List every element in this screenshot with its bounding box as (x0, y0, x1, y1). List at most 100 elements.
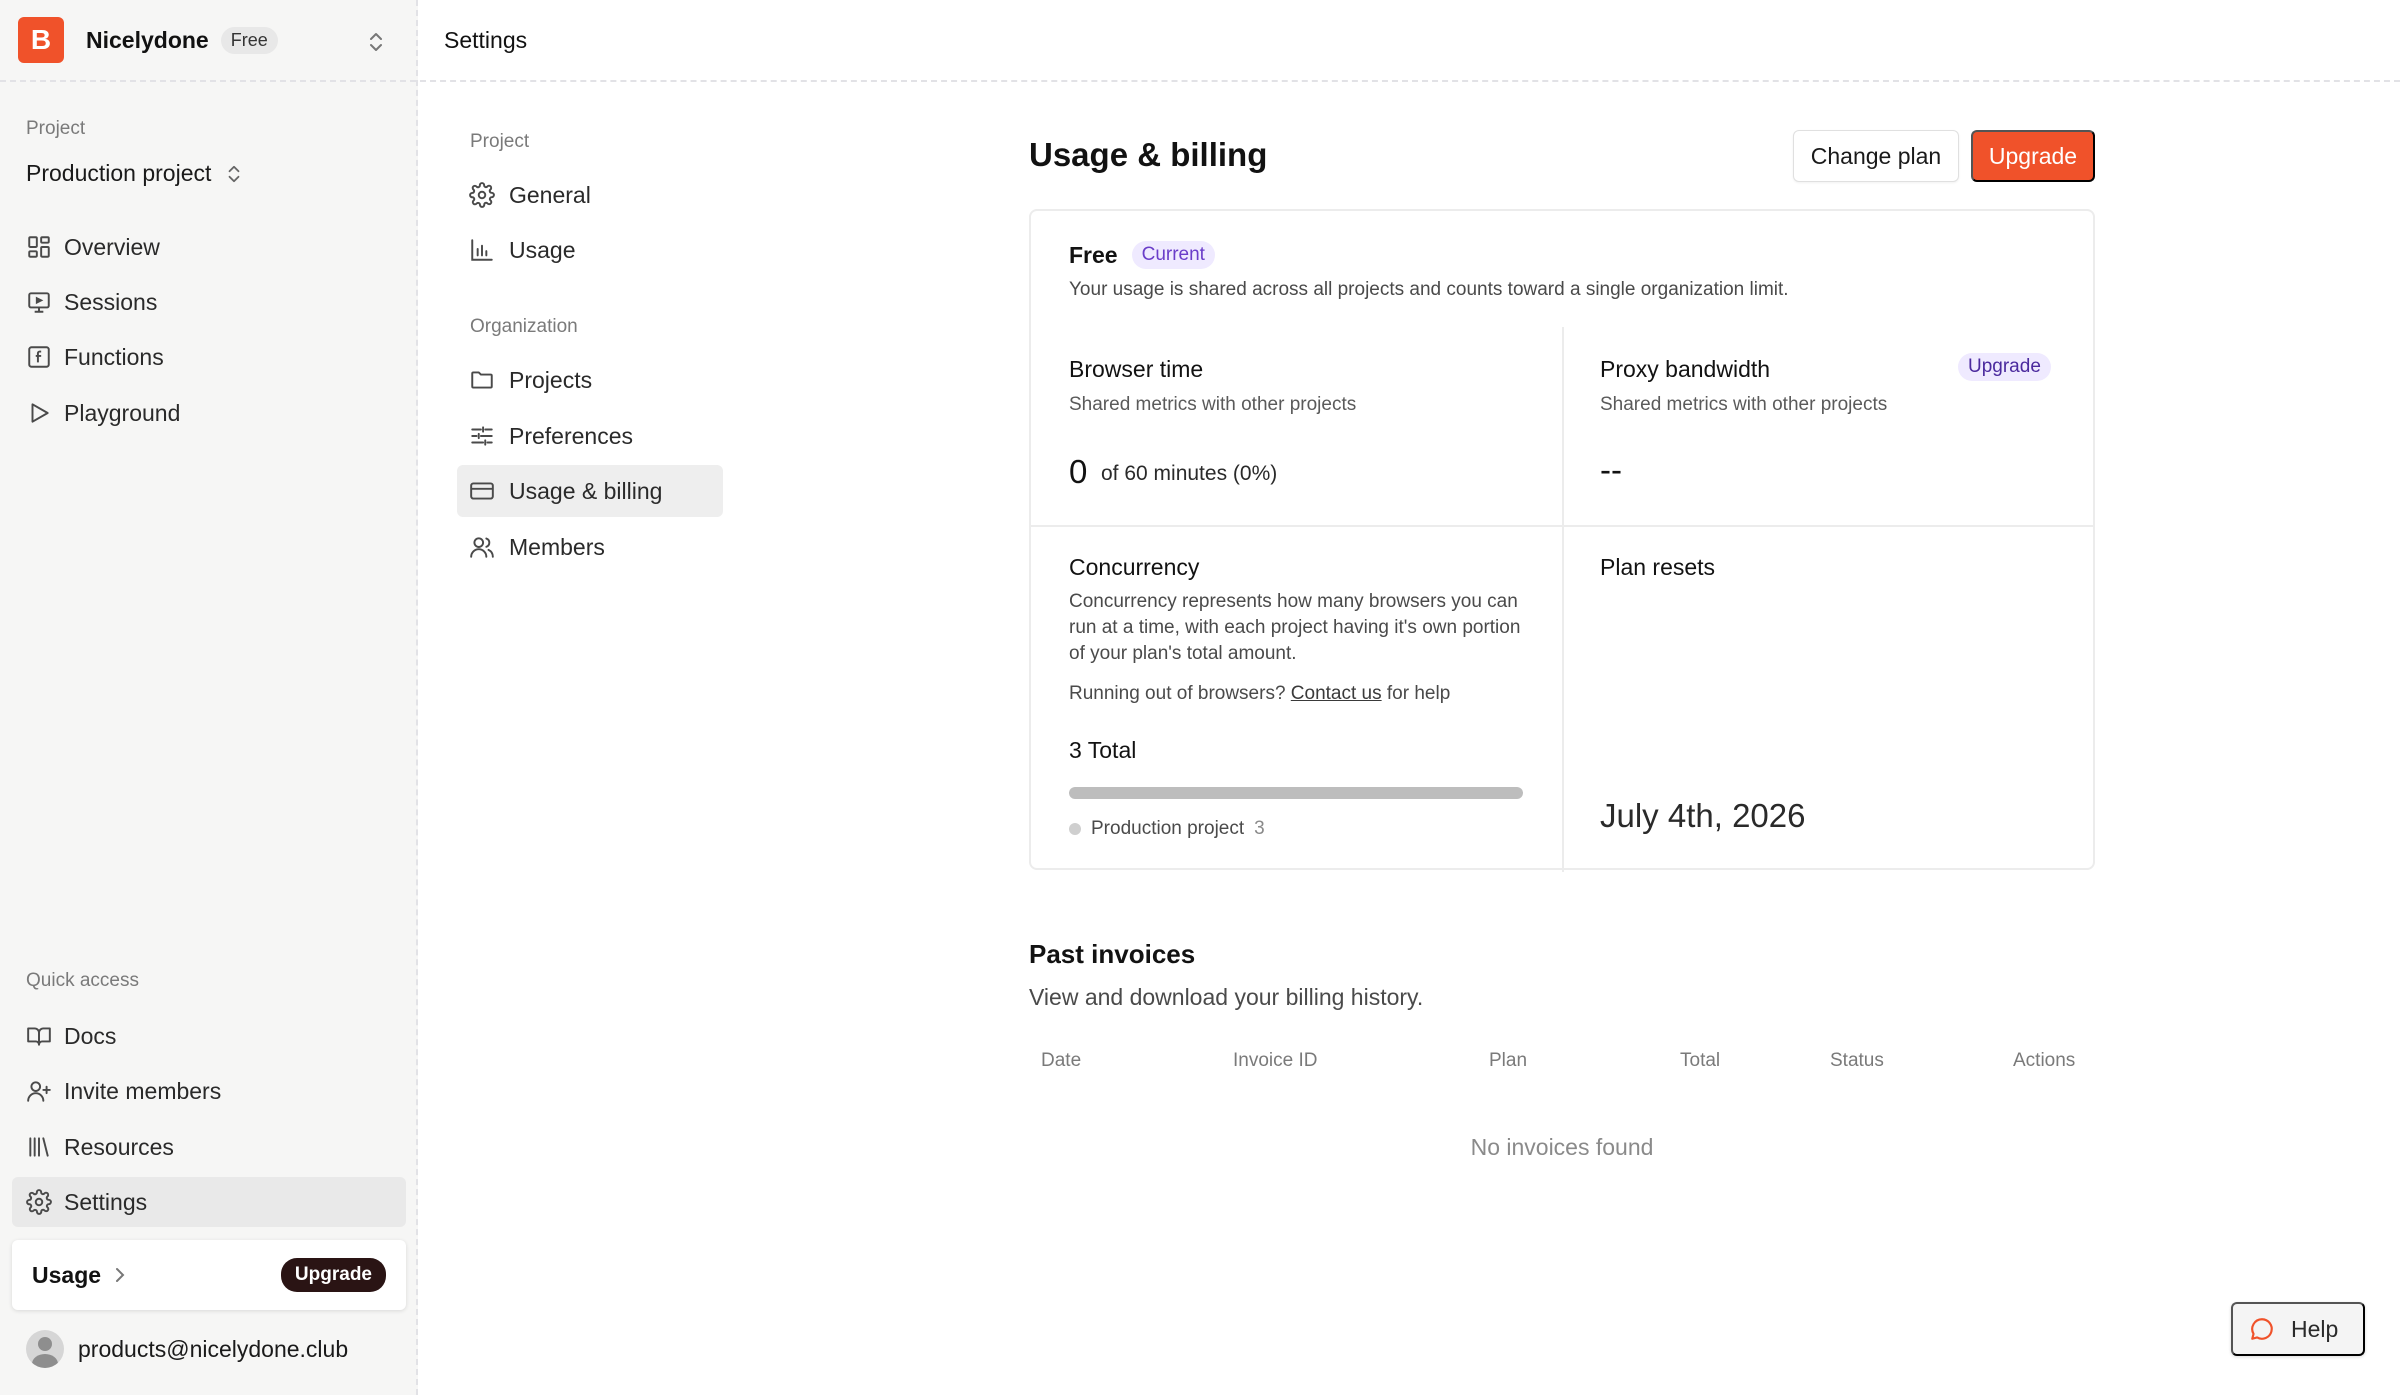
sidebar: B Nicelydone Free Project Production pro… (0, 0, 418, 1395)
legend-project-name: Production project (1091, 818, 1245, 839)
legend-count: 3 (1254, 818, 1265, 839)
contact-us-link[interactable]: Contact us (1291, 683, 1382, 704)
column-header-actions: Actions (2013, 1050, 2076, 1071)
chat-bubble-icon (2249, 1316, 2275, 1342)
nav-label: Invite members (64, 1077, 222, 1104)
nav-label: Settings (64, 1188, 148, 1215)
nav-label: Functions (64, 343, 164, 370)
project-selector[interactable]: Production project (26, 160, 243, 187)
concurrency-total: 3 Total (1069, 737, 1137, 763)
concurrency-help: Running out of browsers? Contact us for … (1069, 681, 1450, 707)
current-badge: Current (1131, 241, 1215, 269)
plan-reset-date: July 4th, 2026 (1600, 797, 1806, 834)
settings-project-label: Project (470, 131, 530, 152)
browser-time-value: 0 (1069, 453, 1088, 490)
nav-label: Sessions (64, 288, 158, 315)
concurrency-legend: Production project 3 (1069, 818, 1265, 840)
nav-playground[interactable]: Playground (12, 388, 406, 438)
proxy-bandwidth-title: Proxy bandwidth (1600, 356, 1771, 382)
play-icon (26, 400, 52, 426)
settings-nav-usage[interactable]: Usage (457, 224, 723, 276)
browser-time-limit: of 60 minutes (0%) (1101, 462, 1278, 485)
nav-settings[interactable]: Settings (12, 1177, 406, 1227)
nav-resources[interactable]: Resources (12, 1122, 406, 1172)
proxy-bandwidth-value: -- (1600, 451, 1622, 488)
library-icon (26, 1134, 52, 1160)
divider-vertical (1562, 327, 1564, 872)
help-button[interactable]: Help (2231, 1302, 2365, 1356)
app-root: B Nicelydone Free Project Production pro… (0, 0, 2400, 1395)
proxy-bandwidth-subtitle: Shared metrics with other projects (1600, 394, 1888, 415)
usage-card-label: Usage (32, 1261, 102, 1288)
gear-icon (469, 182, 495, 208)
settings-nav-label: Preferences (509, 422, 634, 449)
nav-label: Resources (64, 1133, 174, 1160)
settings-nav-projects[interactable]: Projects (457, 354, 723, 406)
book-icon (26, 1023, 52, 1049)
user-account[interactable]: products@nicelydone.club (26, 1330, 348, 1368)
divider-horizontal (1031, 525, 2093, 527)
nav-label: Overview (64, 233, 160, 260)
org-switcher[interactable]: B Nicelydone Free (0, 0, 416, 82)
nav-overview[interactable]: Overview (12, 222, 406, 272)
user-email: products@nicelydone.club (78, 1335, 349, 1362)
folder-icon (469, 367, 495, 393)
usage-card[interactable]: Usage Upgrade (12, 1240, 406, 1310)
gear-icon (26, 1189, 52, 1215)
settings-nav-label: General (509, 181, 591, 208)
settings-nav-usage-billing[interactable]: Usage & billing (457, 465, 723, 517)
plan-description: Your usage is shared across all projects… (1069, 279, 1789, 300)
chevron-updown-icon (225, 163, 243, 185)
brand-logo: B (18, 17, 64, 63)
sliders-icon (469, 423, 495, 449)
progress-fill (1069, 787, 1523, 799)
settings-nav-preferences[interactable]: Preferences (457, 410, 723, 462)
function-icon (26, 344, 52, 370)
sidebar-upgrade-button[interactable]: Upgrade (280, 1258, 386, 1292)
user-plus-icon (26, 1078, 52, 1104)
column-header-total: Total (1680, 1050, 1721, 1071)
invoices-empty-state: No invoices found (1470, 1134, 1654, 1160)
settings-nav-label: Members (509, 533, 605, 560)
plan-header: Free Current (1069, 241, 1215, 269)
column-header-invoice-id: Invoice ID (1233, 1050, 1318, 1071)
avatar (26, 1330, 64, 1368)
help-suffix: for help (1386, 683, 1451, 704)
credit-card-icon (469, 478, 495, 504)
invoices-table-header: Date Invoice ID Plan Total Status Action… (1029, 1050, 2095, 1084)
settings-nav-label: Usage & billing (509, 477, 663, 504)
settings-nav-general[interactable]: General (457, 169, 723, 221)
nav-docs[interactable]: Docs (12, 1011, 406, 1061)
plan-name: Free (1069, 241, 1118, 268)
nav-sessions[interactable]: Sessions (12, 277, 406, 327)
invoices-subtitle: View and download your billing history. (1029, 984, 1424, 1010)
bar-chart-icon (469, 237, 495, 263)
nav-invite-members[interactable]: Invite members (12, 1066, 406, 1116)
monitor-icon (26, 289, 52, 315)
upgrade-button[interactable]: Upgrade (1971, 130, 2095, 182)
nav-label: Playground (64, 399, 181, 426)
chevron-updown-icon (366, 30, 386, 54)
column-header-date: Date (1041, 1050, 1082, 1071)
concurrency-progress-bar (1069, 787, 1523, 799)
help-label: Help (2291, 1315, 2339, 1342)
concurrency-description: Concurrency represents how many browsers… (1069, 591, 1521, 664)
plan-card: Free Current Your usage is shared across… (1029, 209, 2095, 872)
topbar: Settings (420, 0, 2400, 82)
nav-label: Docs (64, 1022, 117, 1049)
project-section-label: Project (26, 118, 86, 139)
chevron-right-icon (113, 1265, 127, 1285)
proxy-upgrade-badge[interactable]: Upgrade (1958, 353, 2051, 381)
invoices-title: Past invoices (1029, 939, 1196, 969)
settings-nav-members[interactable]: Members (457, 521, 723, 573)
settings-org-label: Organization (470, 316, 578, 337)
browser-time-subtitle: Shared metrics with other projects (1069, 394, 1357, 415)
settings-nav-label: Usage (509, 236, 576, 263)
column-header-plan: Plan (1489, 1050, 1528, 1071)
settings-nav-label: Projects (509, 366, 593, 393)
quick-access-label: Quick access (26, 970, 139, 991)
column-header-status: Status (1830, 1050, 1884, 1071)
nav-functions[interactable]: Functions (12, 332, 406, 382)
change-plan-button[interactable]: Change plan (1793, 130, 1959, 182)
help-prefix: Running out of browsers? (1069, 683, 1286, 704)
